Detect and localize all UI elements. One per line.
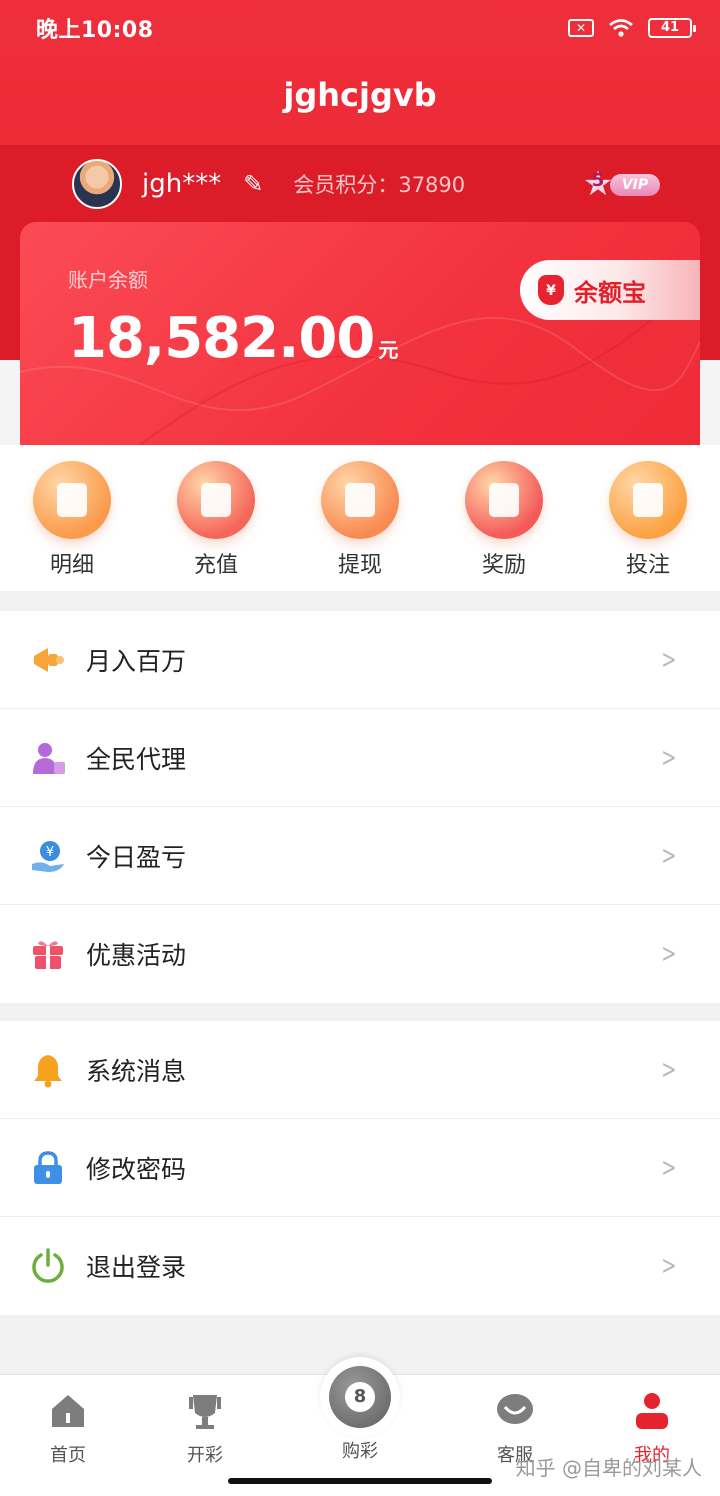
page-title: jghcjgvb bbox=[283, 76, 437, 114]
menu-item-label: 退出登录 bbox=[86, 1253, 187, 1282]
quick-action-label: 明细 bbox=[49, 553, 94, 578]
quick-action-withdraw[interactable]: 提现 bbox=[305, 461, 415, 591]
recharge-icon bbox=[177, 461, 255, 539]
chevron-right-icon: > bbox=[661, 840, 677, 871]
megaphone-icon bbox=[30, 642, 66, 678]
menu-item-label: 优惠活动 bbox=[86, 941, 187, 970]
chevron-right-icon: > bbox=[661, 1251, 677, 1281]
yuebao-label: 余额宝 bbox=[574, 278, 646, 307]
money-bag-icon: ¥ bbox=[538, 275, 564, 305]
user-icon bbox=[636, 1393, 668, 1429]
withdraw-icon bbox=[321, 461, 399, 539]
battery-icon: 41 bbox=[648, 18, 696, 38]
tab-home[interactable]: 首页 bbox=[18, 1391, 118, 1467]
details-icon bbox=[33, 461, 111, 539]
tab-buy-lottery[interactable]: 8 bbox=[320, 1357, 400, 1437]
tab-draw-results[interactable]: 开彩 bbox=[155, 1391, 255, 1467]
member-points-value: 37890 bbox=[398, 173, 466, 197]
menu-item-agent[interactable]: 全民代理 > bbox=[0, 709, 720, 807]
tab-label: 首页 bbox=[50, 1445, 86, 1466]
agent-user-icon bbox=[30, 740, 66, 776]
balance-amount: 18,582.00 元 bbox=[68, 306, 398, 371]
vip-label: VIP bbox=[610, 174, 660, 196]
quick-action-label: 投注 bbox=[625, 553, 670, 578]
menu-group-primary: 月入百万 > 全民代理 > ¥ 今日盈亏 > 优惠活动 > bbox=[0, 611, 720, 1003]
wifi-icon bbox=[609, 19, 633, 37]
edit-pencil-icon[interactable]: ✎ bbox=[243, 170, 263, 198]
menu-item-change-password[interactable]: 修改密码 > bbox=[0, 1119, 720, 1217]
watermark: 知乎 @自卑的刘某人 bbox=[515, 1456, 702, 1480]
quick-action-recharge[interactable]: 充值 bbox=[161, 461, 271, 591]
quick-action-bets[interactable]: 投注 bbox=[593, 461, 703, 591]
menu-item-system-messages[interactable]: 系统消息 > bbox=[0, 1021, 720, 1119]
username: jgh*** bbox=[142, 169, 222, 199]
home-icon bbox=[52, 1395, 84, 1427]
power-icon bbox=[30, 1248, 66, 1284]
quick-action-label: 提现 bbox=[337, 553, 382, 578]
chevron-right-icon: > bbox=[661, 742, 677, 773]
member-points: 会员积分：37890 bbox=[293, 169, 465, 199]
bell-icon bbox=[30, 1052, 66, 1088]
lottery-ball-icon: 8 bbox=[329, 1366, 391, 1428]
menu-item-label: 系统消息 bbox=[86, 1056, 187, 1086]
reward-gift-icon bbox=[465, 461, 543, 539]
balance-label: 账户余额 bbox=[68, 268, 148, 292]
menu-item-label: 全民代理 bbox=[86, 744, 187, 774]
no-sim-icon: ✕ bbox=[568, 19, 594, 37]
chat-bubble-icon bbox=[497, 1394, 533, 1424]
bet-clipboard-icon bbox=[609, 461, 687, 539]
status-time: 晚上10:08 bbox=[36, 18, 154, 43]
quick-action-label: 奖励 bbox=[481, 553, 526, 578]
lottery-ball-number: 8 bbox=[345, 1382, 375, 1412]
member-points-label: 会员积分： bbox=[293, 173, 399, 197]
menu-item-logout[interactable]: 退出登录 > bbox=[0, 1217, 720, 1315]
svg-text:¥: ¥ bbox=[46, 845, 54, 860]
chevron-right-icon: > bbox=[661, 644, 677, 675]
quick-actions: 明细 充值 提现 奖励 投注 bbox=[0, 445, 720, 591]
balance-card: 账户余额 18,582.00 元 ¥ 余额宝 bbox=[20, 222, 700, 445]
status-bar: 晚上10:08 ✕ 41 bbox=[0, 0, 720, 56]
menu-item-daily-profit[interactable]: ¥ 今日盈亏 > bbox=[0, 807, 720, 905]
menu-item-label: 修改密码 bbox=[86, 1154, 187, 1184]
menu-item-label: 月入百万 bbox=[86, 646, 187, 676]
quick-action-details[interactable]: 明细 bbox=[17, 461, 127, 591]
trophy-icon bbox=[189, 1395, 221, 1429]
profit-hand-icon: ¥ bbox=[30, 838, 66, 874]
vip-badge[interactable]: ★ 5 VIP bbox=[580, 166, 662, 202]
quick-action-label: 充值 bbox=[193, 553, 238, 578]
chevron-right-icon: > bbox=[661, 1054, 677, 1085]
tab-label: 开彩 bbox=[187, 1445, 223, 1466]
quick-action-rewards[interactable]: 奖励 bbox=[449, 461, 559, 591]
balance-unit: 元 bbox=[378, 338, 398, 362]
menu-item-promotions[interactable]: 优惠活动 > bbox=[0, 905, 720, 1003]
menu-group-secondary: 系统消息 > 修改密码 > 退出登录 > bbox=[0, 1021, 720, 1315]
status-icons: ✕ 41 bbox=[568, 18, 696, 38]
lock-icon bbox=[30, 1150, 66, 1186]
tab-buy-label: 购彩 bbox=[342, 1441, 378, 1462]
chevron-right-icon: > bbox=[661, 939, 677, 969]
yuebao-button[interactable]: ¥ 余额宝 bbox=[520, 260, 700, 320]
menu-item-label: 今日盈亏 bbox=[86, 842, 187, 872]
menu-item-monthly-million[interactable]: 月入百万 > bbox=[0, 611, 720, 709]
balance-value: 18,582.00 bbox=[68, 306, 375, 371]
chevron-right-icon: > bbox=[661, 1152, 677, 1183]
user-info-row: jgh*** ✎ 会员积分：37890 ★ 5 VIP bbox=[72, 158, 662, 210]
avatar[interactable] bbox=[72, 159, 122, 209]
home-indicator[interactable] bbox=[228, 1478, 492, 1484]
gift-icon bbox=[30, 936, 66, 972]
